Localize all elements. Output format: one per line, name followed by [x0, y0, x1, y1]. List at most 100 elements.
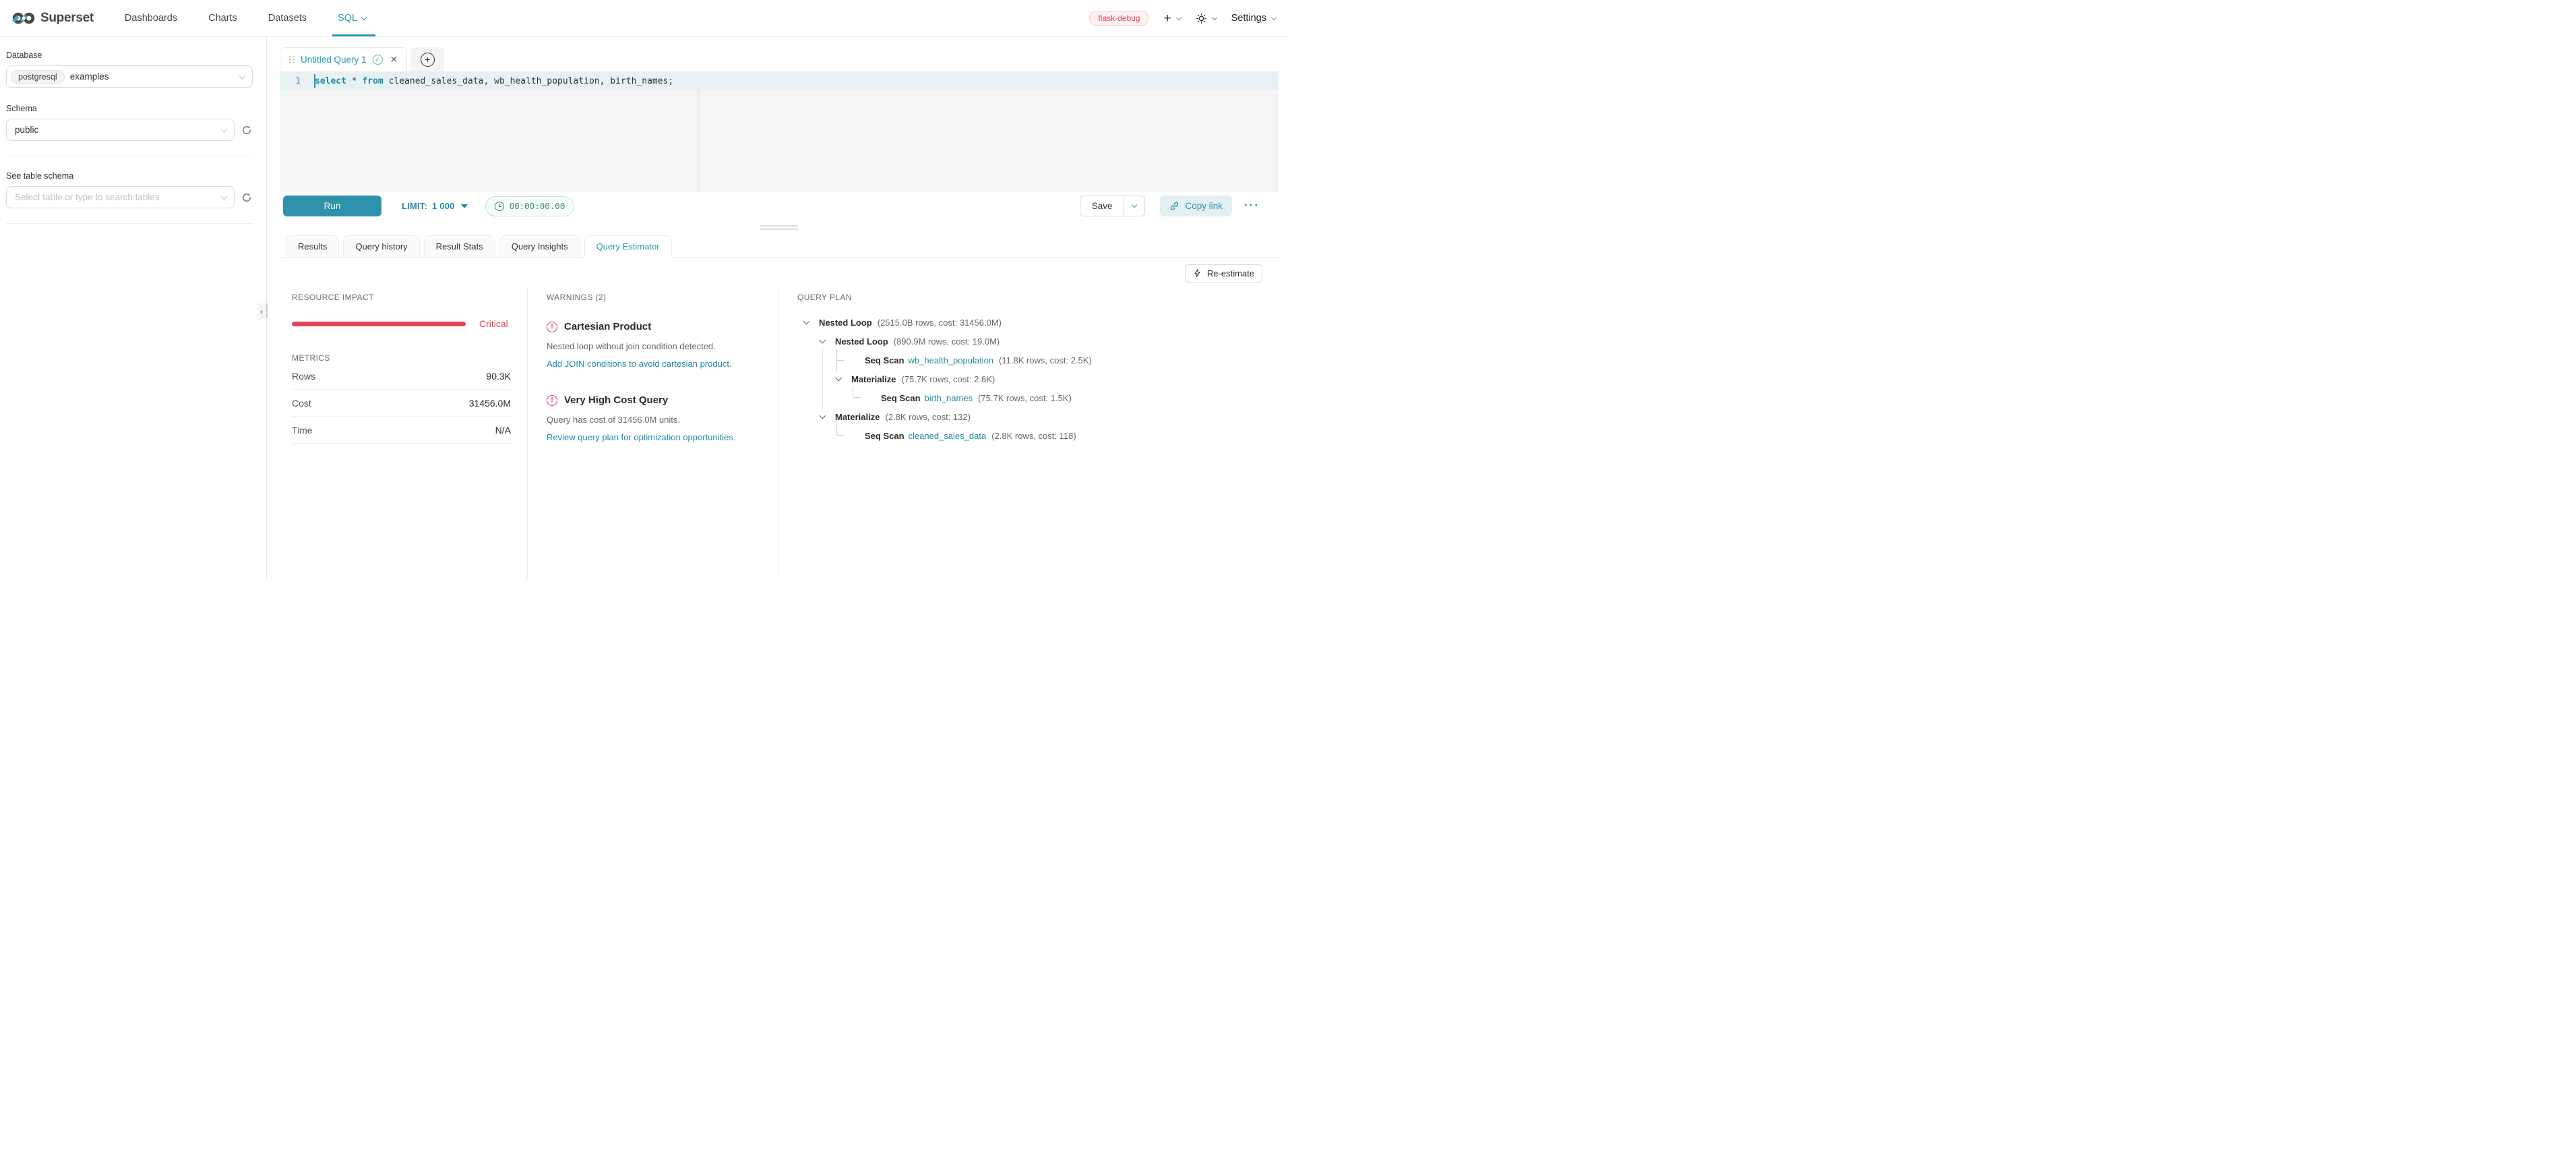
- nav-item-dashboards[interactable]: Dashboards: [125, 0, 177, 36]
- tree-elbow-connector: [836, 425, 845, 436]
- collapse-sidebar-button[interactable]: ‹: [257, 303, 266, 320]
- nav-item-datasets[interactable]: Datasets: [268, 0, 307, 36]
- plan-node: Nested Loop (2515.0B rows, cost: 31456.0…: [797, 313, 1262, 332]
- new-tab-stub: +: [410, 47, 444, 71]
- plan-node-table-link[interactable]: birth_names: [925, 393, 973, 403]
- plan-node: Seq Scan wb_health_population (11.8K row…: [797, 351, 1262, 369]
- schema-label: Schema: [6, 104, 253, 113]
- copy-link-button[interactable]: Copy link: [1160, 196, 1232, 216]
- metric-value: 90.3K: [486, 371, 511, 382]
- tab-results[interactable]: Results: [286, 235, 339, 258]
- warning-cartesian-product: ! Cartesian Product Nested loop without …: [547, 321, 762, 369]
- plan-node-stats: (75.7K rows, cost: 1.5K): [978, 393, 1072, 403]
- warning-icon: !: [547, 322, 557, 332]
- metric-label: Cost: [292, 398, 311, 409]
- chevron-down-icon: [239, 72, 246, 79]
- nav-item-sql[interactable]: SQL: [338, 0, 366, 36]
- saved-check-icon: ✓: [373, 55, 383, 65]
- tab-query-insights[interactable]: Query Insights: [499, 235, 580, 258]
- database-select[interactable]: postgresql examples: [6, 65, 253, 88]
- save-button[interactable]: Save: [1080, 196, 1124, 216]
- sql-text: select * from cleaned_sales_data, wb_hea…: [311, 76, 673, 86]
- metric-label: Time: [292, 425, 313, 436]
- query-timer: 00:00:00.00: [485, 196, 575, 216]
- tree-elbow-connector: [853, 387, 861, 398]
- plan-node-table-link[interactable]: cleaned_sales_data: [909, 431, 987, 441]
- query-estimator-panel: Re-estimate RESOURCE IMPACT Critical MET…: [280, 258, 1279, 578]
- nav-item-charts[interactable]: Charts: [208, 0, 237, 36]
- plan-node-name: Materialize: [835, 412, 880, 422]
- run-button[interactable]: Run: [283, 196, 381, 216]
- navbar-right: flask-debug + Settings: [1089, 11, 1276, 26]
- chevron-down-icon: [1271, 14, 1277, 20]
- settings-menu[interactable]: Settings: [1231, 13, 1276, 24]
- database-value: examples: [70, 71, 109, 82]
- sun-icon: [1196, 13, 1207, 24]
- line-number: 1: [280, 76, 311, 86]
- query-plan-tree: Nested Loop (2515.0B rows, cost: 31456.0…: [797, 313, 1262, 445]
- chevron-down-icon[interactable]: [820, 413, 826, 419]
- add-tab-button[interactable]: +: [421, 53, 435, 67]
- warning-title: Very High Cost Query: [564, 394, 668, 406]
- plan-node-name: Materialize: [851, 374, 896, 384]
- chevron-down-icon[interactable]: [836, 375, 842, 381]
- brand-name: Superset: [40, 11, 94, 26]
- plan-node-table-link[interactable]: wb_health_population: [909, 355, 994, 365]
- warning-suggestion-link[interactable]: Review query plan for optimization oppor…: [547, 432, 762, 442]
- query-tab[interactable]: Untitled Query 1 ✓ ✕: [280, 47, 407, 71]
- superset-logo[interactable]: Superset: [12, 11, 94, 26]
- impact-level-label: Critical: [479, 318, 508, 329]
- code-line-1: 1 select * from cleaned_sales_data, wb_h…: [280, 72, 1279, 90]
- plan-node-stats: (11.8K rows, cost: 2.5K): [999, 355, 1092, 365]
- refresh-tables-button[interactable]: [241, 191, 253, 204]
- chevron-left-icon: ‹: [260, 308, 263, 316]
- plan-node-stats: (2.8K rows, cost: 132): [885, 412, 970, 422]
- chevron-down-icon: [1132, 202, 1137, 208]
- more-actions-button[interactable]: ···: [1244, 204, 1260, 208]
- query-tab-strip: Untitled Query 1 ✓ ✕ +: [280, 47, 1279, 71]
- new-item-button[interactable]: +: [1163, 12, 1180, 25]
- tab-result-stats[interactable]: Result Stats: [424, 235, 495, 258]
- plan-node-name: Seq Scan: [865, 431, 904, 441]
- chevron-down-icon[interactable]: [803, 318, 809, 324]
- plan-node-stats: (890.9M rows, cost: 19.0M): [894, 336, 1000, 347]
- limit-value: 1 000: [432, 201, 455, 211]
- metric-value: N/A: [495, 425, 511, 436]
- save-options-button[interactable]: [1124, 196, 1144, 216]
- sqllab-sidebar: Database postgresql examples Schema publ…: [0, 37, 267, 578]
- environment-badge: flask-debug: [1089, 11, 1148, 26]
- tab-query-history[interactable]: Query history: [343, 235, 419, 258]
- reestimate-button[interactable]: Re-estimate: [1185, 264, 1262, 283]
- plan-node-stats: (75.7K rows, cost: 2.6K): [901, 374, 995, 384]
- table-select[interactable]: Select table or type to search tables: [6, 186, 235, 208]
- plan-node-name: Nested Loop: [835, 336, 888, 347]
- chevron-down-icon[interactable]: [820, 337, 826, 343]
- result-tabs: Results Query history Result Stats Query…: [280, 235, 1279, 258]
- link-icon: [1169, 201, 1179, 211]
- chevron-down-icon: [1175, 14, 1181, 20]
- chevron-down-icon: [1211, 14, 1217, 20]
- resource-impact-heading: RESOURCE IMPACT: [292, 293, 511, 302]
- metric-label: Rows: [292, 371, 315, 382]
- plan-node-name: Seq Scan: [865, 355, 904, 365]
- limit-dropdown[interactable]: LIMIT: 1 000: [402, 201, 468, 211]
- warning-description: Nested loop without join condition detec…: [547, 341, 762, 351]
- query-plan-heading: QUERY PLAN: [797, 293, 1262, 302]
- print-margin-line: [698, 72, 700, 191]
- plan-node-stats: (2.8K rows, cost: 118): [991, 431, 1076, 441]
- sql-operator: *: [346, 76, 362, 86]
- drag-handle-icon[interactable]: [289, 56, 295, 64]
- sql-editor[interactable]: 1 select * from cleaned_sales_data, wb_h…: [280, 71, 1279, 191]
- chevron-down-icon: [361, 14, 367, 20]
- close-tab-icon[interactable]: ✕: [390, 54, 398, 65]
- warning-suggestion-link[interactable]: Add JOIN conditions to avoid cartesian p…: [547, 359, 762, 369]
- copy-link-label: Copy link: [1185, 201, 1223, 211]
- pane-resize-handle[interactable]: [760, 225, 798, 232]
- schema-select[interactable]: public: [6, 119, 235, 141]
- nav-item-sql-label: SQL: [338, 13, 357, 24]
- refresh-schema-button[interactable]: [241, 124, 253, 136]
- theme-toggle[interactable]: [1196, 13, 1217, 24]
- tab-query-estimator[interactable]: Query Estimator: [584, 235, 672, 258]
- sql-tables: cleaned_sales_data, wb_health_population…: [384, 76, 673, 86]
- plan-node: Seq Scan cleaned_sales_data (2.8K rows, …: [797, 426, 1262, 445]
